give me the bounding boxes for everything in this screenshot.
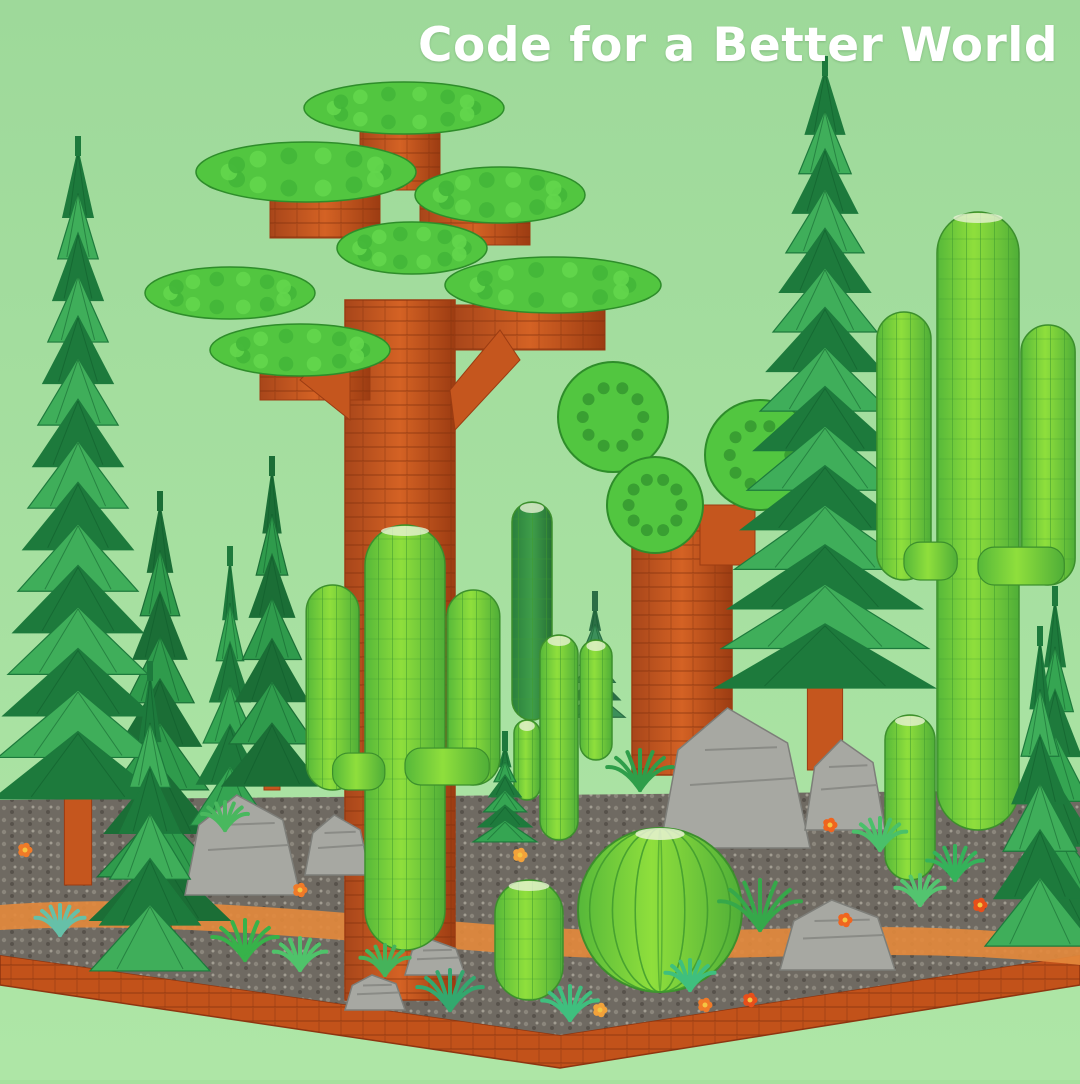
- tree-canopy: [303, 81, 505, 135]
- barrel-cactus: [577, 827, 743, 993]
- tree-canopy: [336, 221, 488, 275]
- tree-canopy: [144, 266, 316, 320]
- saguaro-cactus: [494, 879, 564, 1001]
- saguaro-cactus: [539, 634, 579, 841]
- tree-canopy: [414, 166, 586, 224]
- saguaro-cactus: [579, 639, 613, 761]
- tree-canopy: [195, 141, 417, 203]
- saguaro-cactus: [513, 719, 541, 801]
- tree-canopy: [209, 323, 391, 377]
- headline-text: Code for a Better World: [418, 18, 1058, 73]
- tree-canopy: [444, 256, 662, 314]
- saguaro-cactus: [884, 714, 936, 881]
- lego-landscape-scene: [0, 0, 1080, 1080]
- lego-landscape-illustration: [0, 0, 1080, 1080]
